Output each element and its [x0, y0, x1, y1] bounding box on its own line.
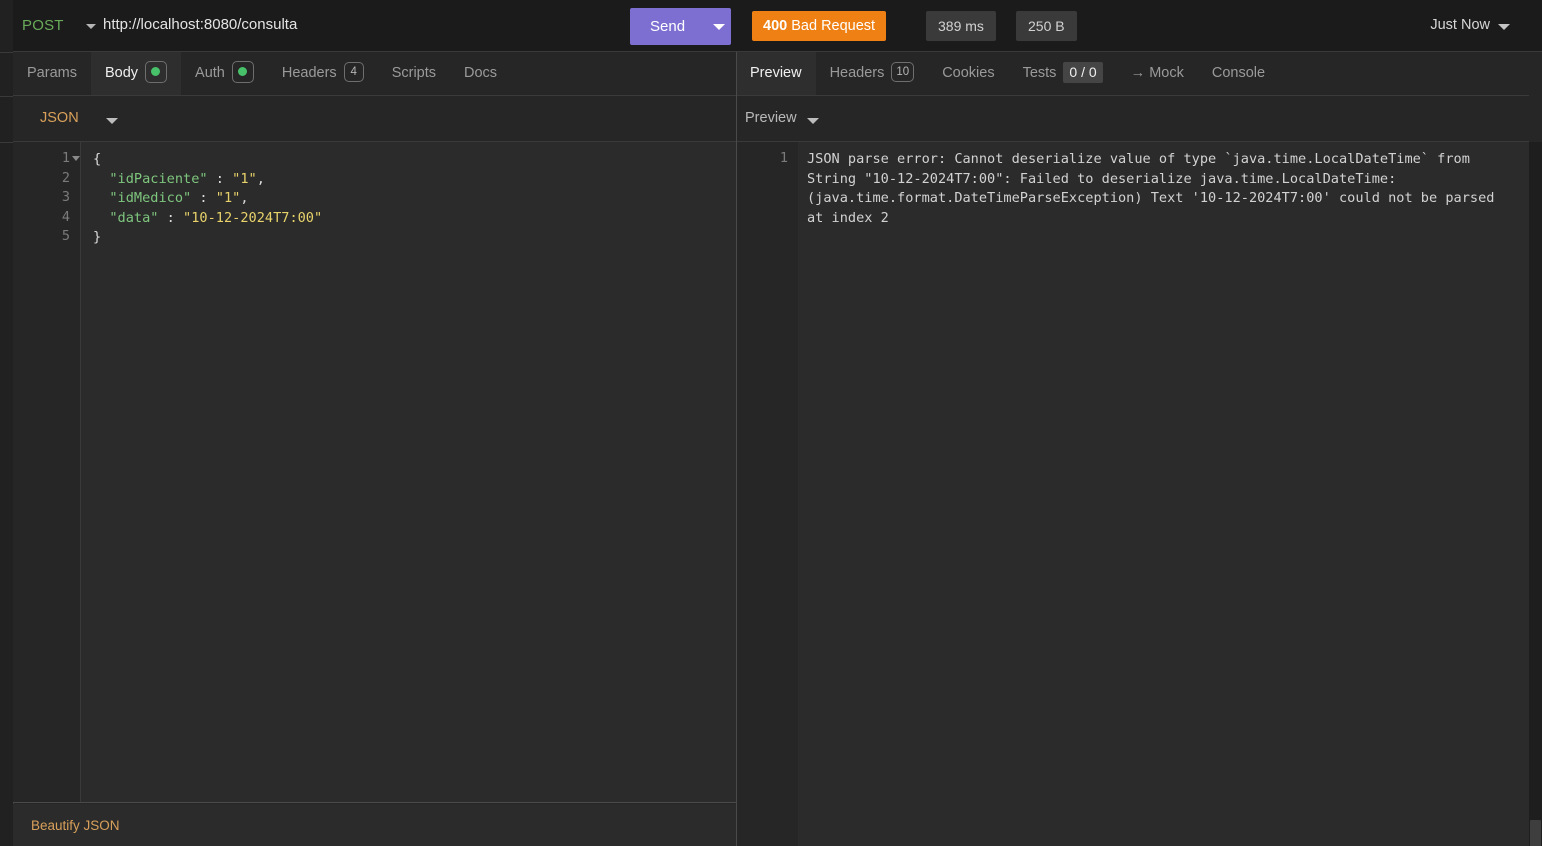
code-token: "10-12-2024T7:00": [183, 209, 323, 226]
code-line: "data" : "10-12-2024T7:00": [93, 209, 322, 229]
code-token: :: [207, 170, 233, 187]
tab-headers[interactable]: Headers 10: [816, 52, 929, 95]
tab-label: Cookies: [942, 65, 995, 81]
request-tab-strip: Params Body Auth Headers 4 Scripts Docs: [13, 52, 736, 96]
response-scrollbar-thumb[interactable]: [1530, 820, 1541, 846]
preview-mode-toolbar: Preview: [736, 96, 1542, 142]
code-token: :: [158, 209, 184, 226]
response-preview-pane[interactable]: 1 JSON parse error: Cannot deserialize v…: [736, 142, 1529, 846]
code-line: "idMedico" : "1",: [93, 189, 322, 209]
request-body-editor[interactable]: 1 2 3 4 5 { "idPaciente" : "1", "idMedico" :…: [13, 142, 736, 803]
response-tab-strip: Preview Headers 10 Cookies Tests 0 / 0 → Mock C…: [736, 52, 1542, 96]
tab-count-badge: 10: [891, 62, 915, 83]
response-time-badge: 389 ms: [926, 11, 996, 41]
code-line: }: [93, 228, 322, 248]
tab-label: Preview: [750, 65, 802, 81]
rail-segment-tabs: [0, 52, 13, 97]
tab-params[interactable]: Params: [13, 52, 91, 95]
response-editor-gutter: 1: [736, 142, 798, 846]
preview-mode-chevron-down-icon[interactable]: [807, 118, 819, 124]
line-number: 1: [61, 150, 70, 166]
tab-result-badge: 0 / 0: [1063, 61, 1103, 83]
method-chevron-down-icon[interactable]: [86, 24, 96, 29]
tab-label: Params: [27, 65, 77, 81]
tab-mock[interactable]: → Mock: [1117, 52, 1198, 95]
tab-body[interactable]: Body: [90, 52, 182, 95]
dot-fill: [237, 67, 247, 77]
right-filler: [1529, 52, 1542, 142]
body-format-chevron-down-icon[interactable]: [106, 118, 118, 124]
code-token: "data": [109, 209, 159, 226]
tab-label: → Mock: [1130, 65, 1184, 81]
code-token: "1": [232, 170, 257, 187]
tab-preview[interactable]: Preview: [736, 52, 816, 95]
line-number: 3: [61, 189, 70, 206]
tab-cookies[interactable]: Cookies: [928, 52, 1008, 95]
code-token: "idMedico": [109, 190, 192, 207]
tab-label: Docs: [464, 65, 498, 81]
tab-active-dot-icon: [231, 61, 254, 84]
response-body-text: JSON parse error: Cannot deserialize val…: [807, 151, 1503, 226]
tab-tests[interactable]: Tests 0 / 0: [1009, 52, 1117, 95]
code-token: ,: [256, 170, 265, 187]
tab-label: Headers: [829, 65, 885, 81]
line-number: 4: [61, 208, 70, 225]
http-method-label[interactable]: POST: [22, 17, 64, 34]
request-body-code[interactable]: { "idPaciente" : "1", "idMedico" : "1", …: [93, 142, 322, 248]
tab-auth[interactable]: Auth: [181, 52, 268, 95]
tab-headers[interactable]: Headers 4: [268, 52, 378, 95]
rail-segment-top: [0, 0, 13, 53]
history-chevron-down-icon[interactable]: [1498, 24, 1510, 30]
line-number: 1: [779, 150, 788, 166]
request-editor-gutter: 1 2 3 4 5: [13, 142, 81, 802]
code-line: "idPaciente" : "1",: [93, 170, 322, 190]
tab-docs[interactable]: Docs: [450, 52, 511, 95]
code-token: "1": [215, 190, 241, 207]
tab-scripts[interactable]: Scripts: [378, 52, 450, 95]
body-bottom-bar: Beautify JSON: [13, 804, 736, 846]
fold-triangle-icon[interactable]: [72, 156, 80, 161]
rail-segment-toolbar: [0, 96, 13, 143]
code-token: }: [93, 229, 102, 246]
status-badge: 400 Bad Request: [752, 11, 887, 41]
tab-label: Headers: [281, 65, 337, 81]
api-client-window: POST http://localhost:8080/consulta Send…: [0, 0, 1542, 846]
tab-active-dot-icon: [145, 61, 168, 84]
line-number: 5: [61, 228, 70, 245]
tab-label: Console: [1211, 65, 1266, 81]
code-token: "idPaciente": [109, 170, 208, 187]
code-line: {: [93, 150, 322, 170]
tab-label: Auth: [195, 65, 225, 81]
url-input[interactable]: http://localhost:8080/consulta: [103, 16, 297, 33]
line-number: 2: [61, 169, 70, 186]
dot-fill: [151, 67, 161, 77]
beautify-json-button[interactable]: Beautify JSON: [31, 818, 120, 833]
body-format-toolbar: JSON: [13, 96, 736, 142]
preview-mode-label[interactable]: Preview: [745, 110, 797, 126]
tab-count-badge: 4: [343, 62, 364, 83]
status-text: Bad Request: [791, 18, 876, 34]
send-button[interactable]: Send: [630, 8, 731, 45]
tab-label: Tests: [1022, 65, 1057, 81]
code-token: ,: [240, 190, 249, 207]
body-format-label[interactable]: JSON: [40, 110, 79, 126]
request-url-bar: POST http://localhost:8080/consulta Send…: [13, 0, 1542, 52]
panel-divider[interactable]: [736, 52, 737, 846]
tab-label: Body: [104, 65, 139, 81]
code-token: {: [93, 151, 102, 167]
status-code: 400: [763, 18, 788, 34]
history-selector-label[interactable]: Just Now: [1430, 17, 1490, 33]
tab-label: Scripts: [391, 65, 437, 81]
code-token: :: [191, 190, 216, 207]
response-size-badge: 250 B: [1016, 11, 1077, 41]
tab-console[interactable]: Console: [1198, 52, 1279, 95]
response-scrollbar-track[interactable]: [1529, 142, 1542, 846]
left-rail: [0, 0, 14, 846]
